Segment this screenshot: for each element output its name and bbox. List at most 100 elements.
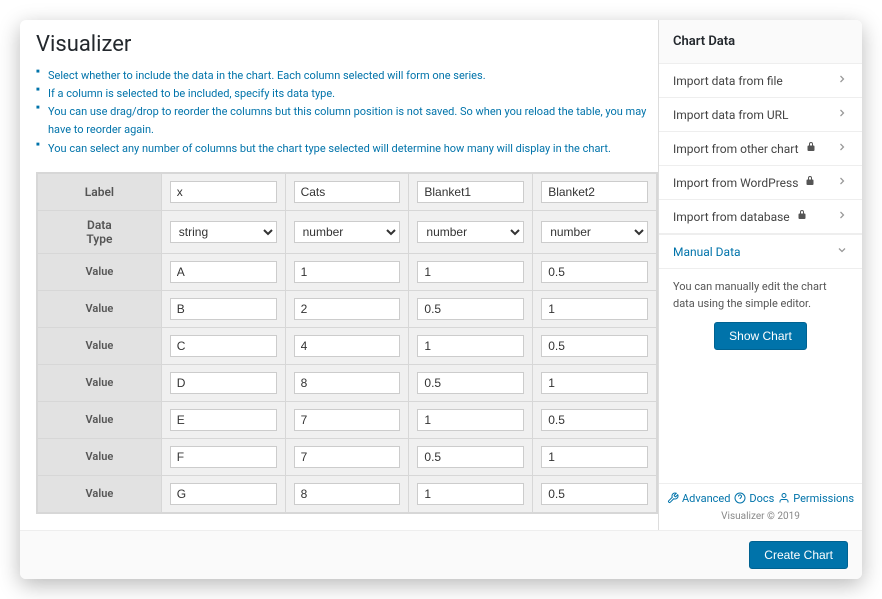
value-cell <box>285 438 409 475</box>
value-input[interactable] <box>294 335 401 357</box>
value-input[interactable] <box>541 483 648 505</box>
value-cell <box>533 364 657 401</box>
value-cell <box>533 327 657 364</box>
type-cell: number <box>533 210 657 253</box>
value-input[interactable] <box>294 409 401 431</box>
value-row-header: Value <box>38 327 162 364</box>
value-cell <box>161 401 285 438</box>
value-input[interactable] <box>294 261 401 283</box>
value-cell <box>533 401 657 438</box>
value-cell <box>533 438 657 475</box>
tip-item: Select whether to include the data in th… <box>36 67 658 85</box>
value-input[interactable] <box>170 298 277 320</box>
column-label-input[interactable] <box>294 181 401 203</box>
column-type-select[interactable]: number <box>294 221 401 243</box>
accordion-label: Import from other chart <box>673 141 817 156</box>
value-cell <box>409 401 533 438</box>
value-input[interactable] <box>417 409 524 431</box>
accordion-item[interactable]: Import data from URL <box>659 98 862 132</box>
value-input[interactable] <box>417 298 524 320</box>
column-label-input[interactable] <box>417 181 524 203</box>
tip-item: If a column is selected to be included, … <box>36 85 658 103</box>
value-input[interactable] <box>170 446 277 468</box>
value-input[interactable] <box>170 409 277 431</box>
value-cell <box>285 364 409 401</box>
accordion-item[interactable]: Import from database <box>659 200 862 234</box>
value-cell <box>409 475 533 512</box>
value-cell <box>285 253 409 290</box>
value-input[interactable] <box>170 335 277 357</box>
value-input[interactable] <box>417 261 524 283</box>
value-cell <box>161 475 285 512</box>
advanced-link[interactable]: Advanced <box>667 492 730 505</box>
label-cell <box>533 173 657 210</box>
value-row-header: Value <box>38 401 162 438</box>
value-cell <box>161 327 285 364</box>
value-input[interactable] <box>294 372 401 394</box>
label-header: Label <box>38 173 162 210</box>
value-input[interactable] <box>294 483 401 505</box>
value-cell <box>409 290 533 327</box>
page-title: Visualizer <box>36 32 658 57</box>
value-cell <box>161 438 285 475</box>
value-cell <box>409 438 533 475</box>
value-input[interactable] <box>417 483 524 505</box>
value-input[interactable] <box>170 483 277 505</box>
column-label-input[interactable] <box>170 181 277 203</box>
value-row-header: Value <box>38 253 162 290</box>
value-input[interactable] <box>417 446 524 468</box>
type-cell: number <box>285 210 409 253</box>
type-cell: string <box>161 210 285 253</box>
accordion-item[interactable]: Import from WordPress <box>659 166 862 200</box>
value-input[interactable] <box>541 409 648 431</box>
value-cell <box>409 364 533 401</box>
app-window: Visualizer Select whether to include the… <box>20 20 862 579</box>
value-input[interactable] <box>541 372 648 394</box>
type-cell: number <box>409 210 533 253</box>
accordion-item[interactable]: Import data from file <box>659 64 862 98</box>
value-cell <box>285 475 409 512</box>
type-header: DataType <box>38 210 162 253</box>
bottom-bar: Create Chart <box>20 530 862 579</box>
value-input[interactable] <box>417 335 524 357</box>
chevron-right-icon <box>836 141 848 156</box>
accordion-label: Import from WordPress <box>673 175 816 190</box>
value-input[interactable] <box>541 261 648 283</box>
permissions-link[interactable]: Permissions <box>778 492 854 505</box>
value-input[interactable] <box>170 372 277 394</box>
value-cell <box>285 401 409 438</box>
lock-icon <box>805 141 817 156</box>
column-type-select[interactable]: number <box>417 221 524 243</box>
lock-icon <box>804 175 816 190</box>
value-input[interactable] <box>541 446 648 468</box>
column-type-select[interactable]: string <box>170 221 277 243</box>
accordion-label: Import from database <box>673 209 808 224</box>
accordion-body: You can manually edit the chart data usi… <box>659 269 862 364</box>
main-panel: Visualizer Select whether to include the… <box>20 20 658 530</box>
docs-link[interactable]: Docs <box>734 492 774 505</box>
value-input[interactable] <box>170 261 277 283</box>
label-cell <box>409 173 533 210</box>
sidebar: Chart Data Import data from fileImport d… <box>658 20 862 530</box>
value-input[interactable] <box>541 298 648 320</box>
lock-icon <box>796 209 808 224</box>
value-input[interactable] <box>541 335 648 357</box>
accordion-item[interactable]: Import from other chart <box>659 132 862 166</box>
value-cell <box>161 253 285 290</box>
value-input[interactable] <box>294 298 401 320</box>
accordion: Import data from fileImport data from UR… <box>659 64 862 235</box>
accordion-item-manual-data[interactable]: Manual Data <box>659 235 862 269</box>
data-table: LabelDataType string number number number Val… <box>36 172 658 514</box>
sidebar-title: Chart Data <box>659 20 862 64</box>
value-cell <box>161 290 285 327</box>
column-type-select[interactable]: number <box>541 221 648 243</box>
value-row-header: Value <box>38 438 162 475</box>
show-chart-button[interactable]: Show Chart <box>714 322 807 350</box>
column-label-input[interactable] <box>541 181 648 203</box>
value-input[interactable] <box>294 446 401 468</box>
create-chart-button[interactable]: Create Chart <box>749 541 848 569</box>
value-row-header: Value <box>38 290 162 327</box>
value-cell <box>409 327 533 364</box>
value-cell <box>533 253 657 290</box>
value-input[interactable] <box>417 372 524 394</box>
